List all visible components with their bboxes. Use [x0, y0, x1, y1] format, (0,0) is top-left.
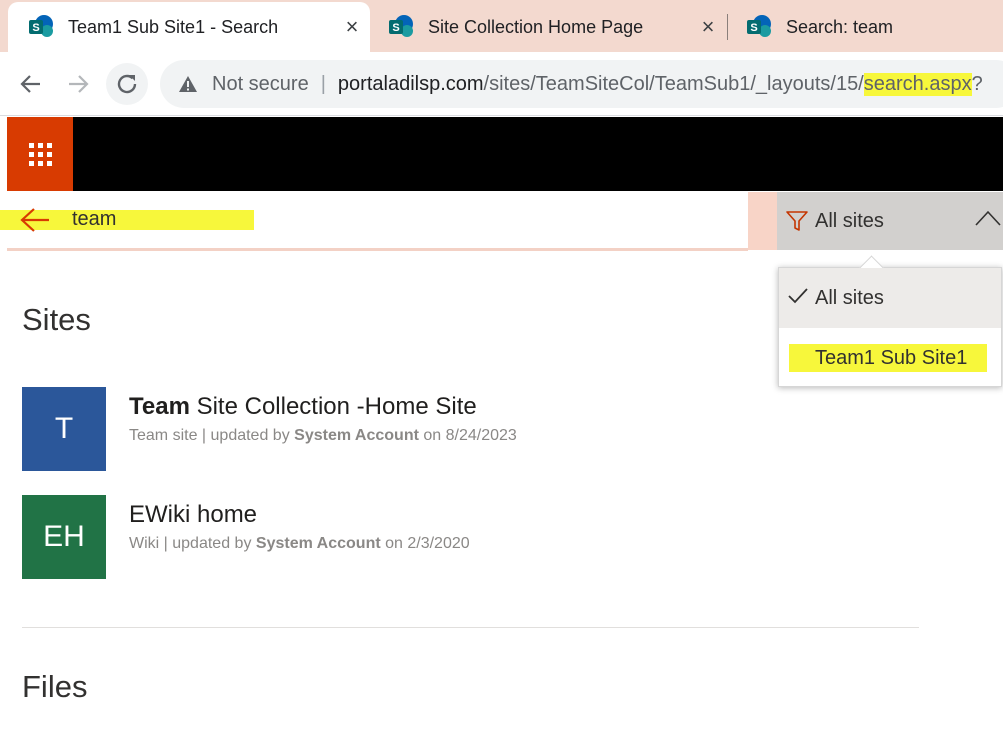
chevron-up-icon: [975, 210, 1001, 226]
back-button[interactable]: [13, 66, 49, 102]
site-meta: Team site | updated by System Account on…: [129, 427, 517, 445]
site-result[interactable]: EH EWiki home Wiki | updated by System A…: [22, 495, 782, 579]
sharepoint-icon: S: [389, 15, 413, 37]
site-initials: T: [54, 412, 74, 445]
search-underline: [7, 248, 748, 251]
files-section-title: Files: [22, 669, 88, 704]
scope-menu: All sites Team1 Sub Site1: [778, 255, 1002, 388]
url-host: portaladilsp.com: [337, 72, 484, 95]
title-highlight: Team: [129, 393, 190, 420]
browser-tab-search[interactable]: S Team1 Sub Site1 - Search ×: [8, 2, 370, 52]
scope-option-all-sites[interactable]: All sites: [779, 268, 1001, 328]
site-tile: T: [22, 387, 106, 471]
warning-icon[interactable]: [178, 75, 198, 93]
svg-text:S: S: [32, 22, 39, 34]
close-icon[interactable]: ×: [340, 14, 364, 40]
address-separator: |: [320, 72, 326, 95]
app-launcher-button[interactable]: [7, 117, 73, 191]
tab-title: Site Collection Home Page: [428, 16, 644, 37]
meta-author: System Account: [255, 535, 381, 552]
meta-prefix: Team site | updated by: [129, 427, 295, 444]
site-title-link[interactable]: Team Site Collection -Home Site: [129, 393, 477, 421]
browser-tab-site-collection[interactable]: S Site Collection Home Page ×: [372, 2, 724, 52]
browser-tab-strip: S Team1 Sub Site1 - Search × S Site Coll…: [0, 0, 1003, 52]
arrow-right-icon: [69, 75, 89, 93]
title-text: Site Collection -Home Site: [189, 393, 477, 420]
sharepoint-icon: S: [747, 15, 771, 37]
scope-option-label: All sites: [815, 286, 884, 309]
reload-button[interactable]: [106, 63, 148, 105]
meta-author: System Account: [294, 427, 419, 444]
tab-title: Team1 Sub Site1 - Search: [68, 16, 279, 37]
meta-prefix: Wiki | updated by: [129, 535, 256, 552]
url-query-mark: ?: [971, 72, 983, 95]
arrow-left-icon: [20, 75, 40, 93]
url-path-highlighted: search.aspx: [863, 72, 972, 96]
search-row: All sites: [0, 192, 1003, 250]
tab-separator: [727, 14, 728, 40]
svg-text:S: S: [750, 22, 757, 34]
url-path: /sites/TeamSiteCol/TeamSub1/_layouts/15/: [483, 72, 864, 95]
tab-title: Search: team: [786, 16, 894, 37]
site-initials: EH: [43, 520, 85, 553]
forward-button[interactable]: [60, 66, 96, 102]
scope-dropdown-button[interactable]: All sites: [777, 192, 1003, 250]
scope-label: All sites: [815, 209, 884, 232]
scope-option-team1-sub-site1[interactable]: Team1 Sub Site1: [779, 328, 1001, 388]
checkmark-icon: [787, 287, 809, 305]
waffle-icon: [28, 142, 52, 166]
address-bar[interactable]: Not secure | portaladilsp.com/sites/Team…: [160, 60, 1003, 108]
site-result[interactable]: T Team Site Collection -Home Site Team s…: [22, 387, 782, 471]
browser-toolbar: Not secure | portaladilsp.com/sites/Team…: [0, 52, 1003, 115]
chrome-divider: [0, 115, 1003, 116]
back-arrow-icon[interactable]: [20, 206, 50, 234]
site-tile: EH: [22, 495, 106, 579]
sites-section-title: Sites: [22, 302, 91, 337]
scope-option-label: Team1 Sub Site1: [815, 346, 968, 369]
filter-icon: [785, 209, 809, 233]
site-title-link[interactable]: EWiki home: [129, 501, 257, 529]
reload-icon: [117, 74, 137, 94]
sharepoint-icon: S: [29, 15, 53, 37]
meta-date: on 2/3/2020: [380, 535, 470, 552]
site-meta: Wiki | updated by System Account on 2/3/…: [129, 535, 470, 553]
close-icon[interactable]: ×: [696, 14, 720, 40]
search-box: [0, 192, 748, 248]
svg-text:S: S: [392, 22, 399, 34]
search-bar-spacer: [748, 192, 777, 250]
section-divider: [22, 627, 919, 628]
title-text: EWiki home: [129, 501, 258, 528]
meta-date: on 8/24/2023: [418, 427, 517, 444]
search-input[interactable]: [72, 204, 672, 234]
browser-tab-search-team[interactable]: S Search: team: [730, 2, 1003, 52]
not-secure-label: Not secure: [212, 72, 309, 95]
suite-bar: [7, 117, 1003, 191]
